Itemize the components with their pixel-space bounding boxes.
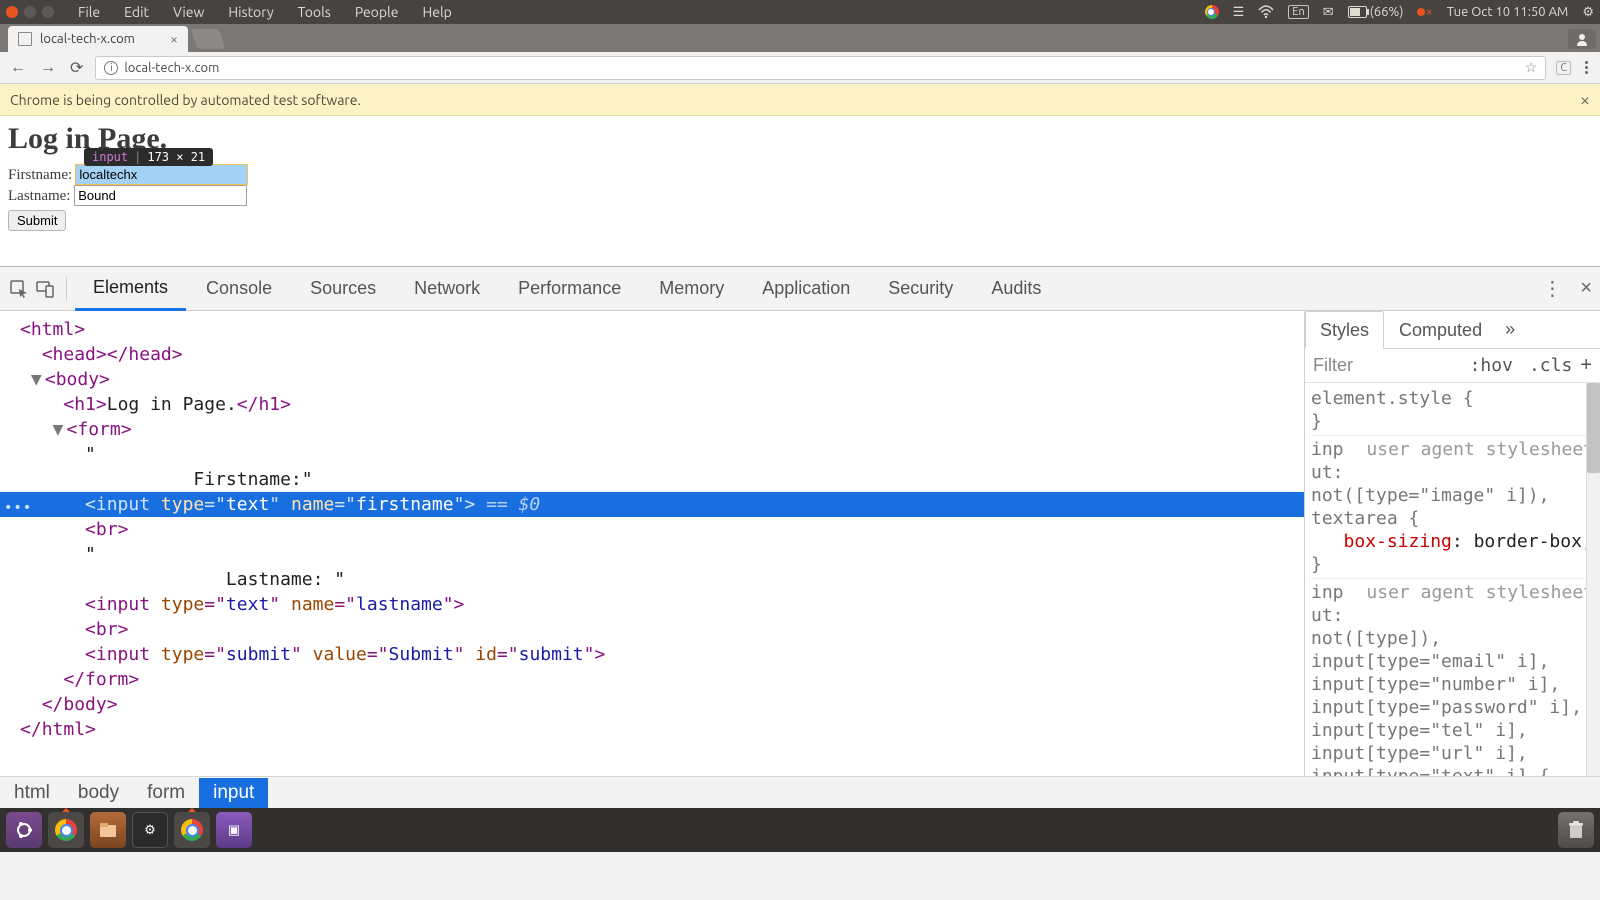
styles-hov-toggle[interactable]: :hov xyxy=(1470,355,1513,376)
system-menu-bar: File Edit View History Tools People Help… xyxy=(0,0,1600,24)
system-tray: ☰ En ✉ (66%) × Tue Oct 10 11:50 AM ⚙ xyxy=(1205,5,1594,20)
new-tab-button[interactable] xyxy=(190,29,225,49)
tab-title: local-tech-x.com xyxy=(40,32,135,46)
banner-text: Chrome is being controlled by automated … xyxy=(10,92,361,108)
firstname-input[interactable] xyxy=(75,164,248,185)
page-content: input | 173 × 21 Log in Page. Firstname:… xyxy=(0,116,1600,266)
styles-tab-computed[interactable]: Computed xyxy=(1384,311,1497,348)
dom-selected-node[interactable]: ••• <input type="text" name="firstname">… xyxy=(0,492,1304,517)
devtools-tab-audits[interactable]: Audits xyxy=(973,268,1059,309)
dock-files-icon[interactable] xyxy=(90,812,126,848)
styles-tabs: Styles Computed » xyxy=(1305,311,1600,349)
menu-tools[interactable]: Tools xyxy=(288,4,341,20)
dock-trash-icon[interactable] xyxy=(1558,812,1594,848)
dom-tree[interactable]: <html> <head></head> ▼<body> <h1>Log in … xyxy=(0,311,1304,776)
devtools-tab-security[interactable]: Security xyxy=(870,268,971,309)
dock-chrome-icon[interactable] xyxy=(48,812,84,848)
menu-file[interactable]: File xyxy=(68,4,110,20)
menu-view[interactable]: View xyxy=(163,4,214,20)
devtools-tab-elements[interactable]: Elements xyxy=(75,267,186,311)
firstname-label: Firstname: xyxy=(8,167,72,183)
styles-tabs-more-icon[interactable]: » xyxy=(1505,319,1515,340)
styles-cls-toggle[interactable]: .cls xyxy=(1529,355,1572,376)
indicator-icon[interactable]: ☰ xyxy=(1233,5,1245,20)
devtools-tabs: Elements Console Sources Network Perform… xyxy=(0,267,1600,311)
tooltip-size: 173 × 21 xyxy=(147,150,205,164)
dock-chrome-icon-2[interactable] xyxy=(174,812,210,848)
lastname-input[interactable] xyxy=(74,185,247,206)
settings-gear-icon[interactable]: ⚙ xyxy=(1582,5,1594,20)
menu-people[interactable]: People xyxy=(345,4,409,20)
dom-breadcrumb: html body form input xyxy=(0,776,1600,808)
page-icon xyxy=(18,32,32,46)
automation-banner: Chrome is being controlled by automated … xyxy=(0,84,1600,116)
devtools-close-icon[interactable]: × xyxy=(1580,277,1592,300)
wifi-icon[interactable] xyxy=(1258,5,1274,19)
forward-button[interactable]: → xyxy=(38,58,58,77)
styles-scrollbar[interactable] xyxy=(1586,383,1600,776)
clock[interactable]: Tue Oct 10 11:50 AM xyxy=(1447,5,1569,19)
styles-filter-input[interactable]: Filter xyxy=(1313,355,1462,376)
devtools-tab-console[interactable]: Console xyxy=(188,268,290,309)
site-info-icon[interactable]: i xyxy=(104,61,118,75)
dock-settings-icon[interactable]: ⚙ xyxy=(132,812,168,848)
dock-ubuntu-icon[interactable] xyxy=(6,812,42,848)
url-text: local-tech-x.com xyxy=(124,61,219,75)
address-bar[interactable]: i local-tech-x.com ☆ xyxy=(95,56,1546,80)
devtools-tab-sources[interactable]: Sources xyxy=(292,268,394,309)
menu-help[interactable]: Help xyxy=(412,4,461,20)
styles-filter-bar: Filter :hov .cls + xyxy=(1305,349,1600,383)
crumb-form[interactable]: form xyxy=(133,778,199,808)
launcher-dock: ⚙ ▣ xyxy=(0,808,1600,852)
window-close-icon[interactable] xyxy=(6,6,18,18)
reload-button[interactable]: ⟳ xyxy=(68,58,85,77)
devtools-panel: Elements Console Sources Network Perform… xyxy=(0,266,1600,808)
menu-edit[interactable]: Edit xyxy=(114,4,159,20)
lastname-label: Lastname: xyxy=(8,188,74,204)
window-controls xyxy=(6,6,54,18)
inspector-tooltip: input | 173 × 21 xyxy=(84,148,213,166)
crumb-input[interactable]: input xyxy=(199,778,268,808)
devtools-tab-memory[interactable]: Memory xyxy=(641,268,742,309)
window-maximize-icon[interactable] xyxy=(42,6,54,18)
page-heading: Log in Page. xyxy=(8,122,1592,156)
inspect-element-icon[interactable] xyxy=(8,278,30,300)
mail-icon[interactable]: ✉ xyxy=(1323,5,1334,20)
styles-new-rule-icon[interactable]: + xyxy=(1580,354,1592,377)
tab-close-icon[interactable]: × xyxy=(170,31,178,47)
battery-indicator[interactable]: (66%) xyxy=(1348,5,1404,19)
volume-icon[interactable]: × xyxy=(1417,5,1432,19)
dock-app-icon[interactable]: ▣ xyxy=(216,812,252,848)
back-button[interactable]: ← xyxy=(8,58,28,77)
crumb-html[interactable]: html xyxy=(0,778,64,808)
language-indicator[interactable]: En xyxy=(1288,5,1308,19)
styles-rules[interactable]: element.style { } inpuser agent styleshe… xyxy=(1305,383,1600,776)
browser-tab[interactable]: local-tech-x.com × xyxy=(8,26,188,52)
window-minimize-icon[interactable] xyxy=(24,6,36,18)
extension-icon[interactable]: C xyxy=(1556,61,1571,75)
browser-toolbar: ← → ⟳ i local-tech-x.com ☆ C xyxy=(0,52,1600,84)
devtools-tab-performance[interactable]: Performance xyxy=(500,268,639,309)
profile-button[interactable] xyxy=(1568,29,1596,49)
devtools-tab-application[interactable]: Application xyxy=(744,268,868,309)
bookmark-star-icon[interactable]: ☆ xyxy=(1525,59,1538,76)
chrome-tray-icon[interactable] xyxy=(1205,5,1219,19)
tooltip-tag: input xyxy=(92,150,128,164)
devtools-menu-icon[interactable]: ⋮ xyxy=(1542,276,1562,301)
submit-button[interactable]: Submit xyxy=(8,210,66,231)
browser-menu-button[interactable] xyxy=(1581,61,1592,74)
styles-tab-styles[interactable]: Styles xyxy=(1305,311,1384,349)
styles-sidebar: Styles Computed » Filter :hov .cls + ele… xyxy=(1304,311,1600,776)
devtools-tab-network[interactable]: Network xyxy=(396,268,498,309)
device-toolbar-icon[interactable] xyxy=(34,278,56,300)
banner-close-icon[interactable]: × xyxy=(1580,90,1590,110)
menu-history[interactable]: History xyxy=(218,4,283,20)
browser-tab-strip: local-tech-x.com × xyxy=(0,24,1600,52)
crumb-body[interactable]: body xyxy=(64,778,133,808)
